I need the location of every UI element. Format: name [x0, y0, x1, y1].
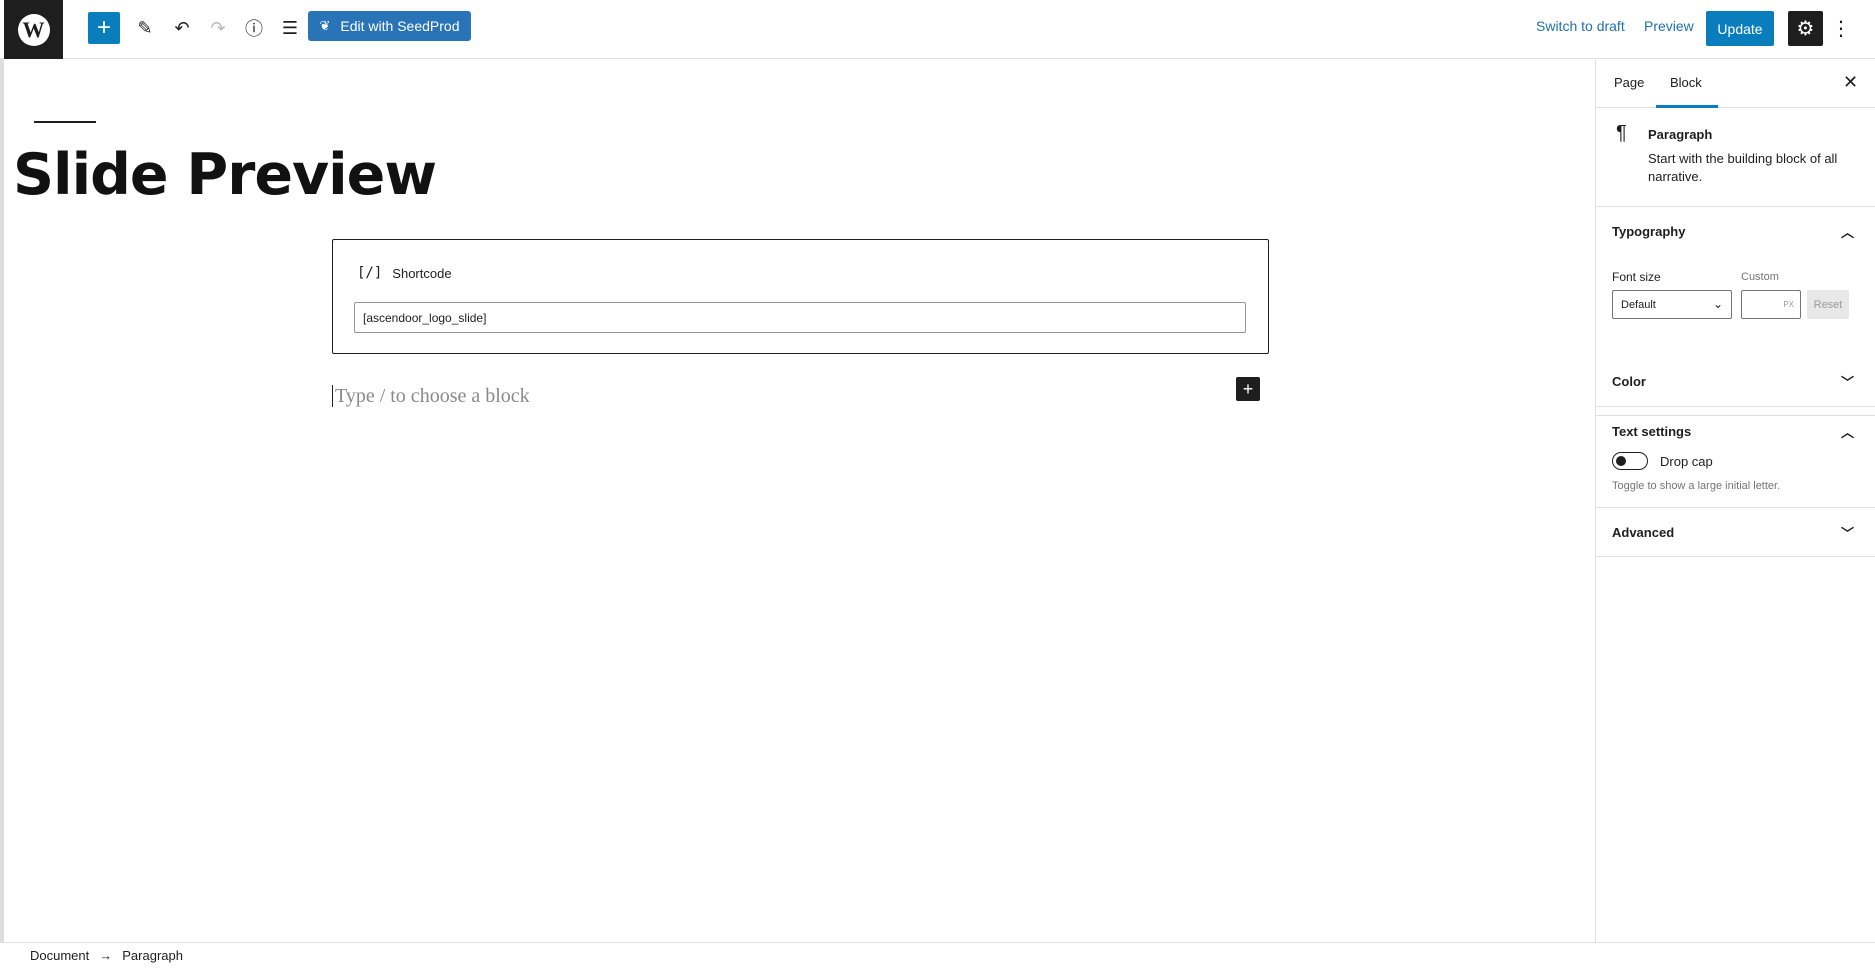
color-panel: Color ﹀ — [1596, 357, 1875, 407]
wordpress-logo-button[interactable]: W — [4, 0, 63, 59]
toggle-knob — [1616, 456, 1626, 466]
block-breadcrumb: Document → Paragraph — [0, 942, 1875, 968]
list-view-icon[interactable]: ☰ — [275, 12, 305, 44]
shortcode-icon: [/] — [357, 265, 383, 281]
block-inserter-toggle-button[interactable]: + — [88, 12, 120, 44]
drop-cap-label: Drop cap — [1660, 454, 1713, 469]
paragraph-pilcrow-icon: ¶ — [1616, 122, 1627, 144]
advanced-panel: Advanced ﹀ — [1596, 508, 1875, 557]
tools-pencil-icon[interactable]: ✎ — [130, 12, 160, 44]
redo-icon[interactable]: ↷ — [203, 12, 233, 44]
shortcode-label: Shortcode — [392, 265, 452, 281]
font-size-select-value: Default — [1621, 298, 1656, 311]
breadcrumb-paragraph[interactable]: Paragraph — [122, 948, 183, 963]
paragraph-placeholder[interactable]: Type / to choose a block — [332, 385, 530, 407]
typography-panel-toggle[interactable]: Typography — [1612, 207, 1685, 256]
chevron-up-icon[interactable]: ︿ — [1841, 422, 1854, 441]
block-inserter-plus-icon[interactable]: + — [1236, 377, 1260, 401]
tab-block[interactable]: Block — [1670, 75, 1702, 90]
settings-gear-icon[interactable]: ⚙ — [1788, 11, 1823, 46]
breadcrumb-document[interactable]: Document — [30, 948, 89, 963]
seedprod-leaf-icon: ❦ — [319, 18, 331, 33]
color-panel-toggle[interactable]: Color — [1612, 357, 1646, 406]
tab-page[interactable]: Page — [1614, 75, 1644, 90]
chevron-down-icon[interactable]: ﹀ — [1841, 523, 1854, 542]
block-card-description: Start with the building block of all nar… — [1648, 151, 1838, 184]
advanced-panel-toggle[interactable]: Advanced — [1612, 508, 1674, 557]
custom-size-unit: PX — [1783, 300, 1794, 309]
block-card: ¶ Paragraph Start with the building bloc… — [1596, 108, 1875, 207]
shortcode-block-header: [/] Shortcode — [357, 265, 452, 281]
wordpress-logo-icon: W — [17, 13, 50, 46]
chevron-down-icon[interactable]: ﹀ — [1841, 372, 1854, 391]
shortcode-block[interactable]: [/] Shortcode [ascendoor_logo_slide] — [332, 239, 1269, 354]
text-settings-panel: Text settings ︿ Drop cap Toggle to show … — [1596, 407, 1875, 508]
close-icon[interactable]: ✕ — [1843, 72, 1858, 93]
post-title[interactable]: Slide Preview — [13, 142, 437, 208]
block-card-title: Paragraph — [1648, 127, 1713, 142]
drop-cap-toggle[interactable] — [1612, 452, 1648, 470]
editor-header: W + ✎ ↶ ↷ ⓘ ☰ ❦ Edit with SeedProd Switc… — [0, 0, 1875, 59]
chevron-down-icon: ⌄ — [1712, 297, 1723, 311]
breadcrumb-arrow-icon: → — [99, 948, 113, 963]
settings-sidebar: Page Block ✕ ¶ Paragraph Start with the … — [1595, 59, 1875, 942]
details-info-icon[interactable]: ⓘ — [239, 12, 269, 44]
custom-size-input[interactable]: PX — [1741, 290, 1801, 319]
shortcode-input[interactable]: [ascendoor_logo_slide] — [354, 302, 1246, 333]
text-settings-panel-toggle[interactable]: Text settings — [1612, 407, 1691, 456]
sidebar-tabs: Page Block ✕ — [1596, 59, 1875, 108]
more-options-icon[interactable]: ⋮ — [1831, 14, 1851, 42]
undo-icon[interactable]: ↶ — [167, 12, 197, 44]
font-size-select[interactable]: Default ⌄ — [1612, 290, 1732, 319]
edit-with-seedprod-button[interactable]: ❦ Edit with SeedProd — [308, 11, 471, 41]
chevron-up-icon[interactable]: ︿ — [1841, 222, 1854, 241]
canvas-left-edge — [0, 59, 4, 968]
switch-to-draft-button[interactable]: Switch to draft — [1536, 18, 1625, 34]
drop-cap-help-text: Toggle to show a large initial letter. — [1612, 480, 1781, 492]
custom-size-label: Custom — [1741, 271, 1779, 283]
reset-font-size-button[interactable]: Reset — [1807, 290, 1849, 319]
update-button[interactable]: Update — [1706, 11, 1774, 46]
title-divider — [34, 121, 96, 123]
seedprod-button-label: Edit with SeedProd — [340, 18, 460, 34]
font-size-label: Font size — [1612, 270, 1661, 284]
preview-button[interactable]: Preview — [1644, 18, 1694, 34]
